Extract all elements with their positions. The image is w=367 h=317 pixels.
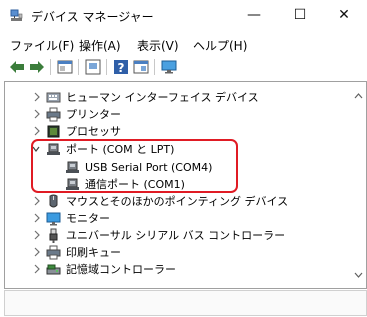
- back-arrow-icon[interactable]: [8, 58, 26, 76]
- device-manager-icon: [10, 9, 23, 21]
- vertical-scrollbar[interactable]: [352, 82, 365, 286]
- toolbar-separator: [78, 59, 79, 75]
- toolbar-separator: [50, 59, 51, 75]
- tree-item-label: ヒューマン インターフェイス デバイス: [66, 91, 259, 104]
- tree-item-label: ユニバーサル シリアル バス コントローラー: [66, 229, 286, 242]
- properties-icon[interactable]: [56, 58, 74, 76]
- toolbar-separator: [154, 59, 155, 75]
- chevron-right-icon[interactable]: [33, 92, 41, 102]
- storage-icon: [46, 264, 61, 275]
- status-bar: [4, 290, 367, 316]
- toolbar: ?: [0, 56, 367, 78]
- hid-icon: [46, 92, 61, 103]
- ports-highlight-frame: [31, 139, 238, 193]
- show-device-icon[interactable]: [132, 58, 150, 76]
- monitor-icon: [46, 212, 61, 226]
- toolbar-separator: [106, 59, 107, 75]
- menu-bar: ファイル(F) 操作(A) 表示(V) ヘルプ(H): [0, 34, 367, 54]
- usb-icon: [49, 228, 58, 243]
- forward-arrow-icon[interactable]: [28, 58, 46, 76]
- help-icon[interactable]: ?: [112, 58, 130, 76]
- scroll-down-icon[interactable]: [354, 272, 363, 279]
- chevron-right-icon[interactable]: [33, 213, 41, 223]
- device-icon[interactable]: [84, 58, 102, 76]
- menu-action[interactable]: 操作(A): [79, 37, 121, 54]
- tree-item-label: 印刷キュー: [66, 246, 121, 259]
- minimize-button[interactable]: —: [231, 0, 277, 30]
- mouse-icon: [49, 194, 58, 208]
- scroll-up-icon[interactable]: [354, 92, 363, 99]
- menu-view[interactable]: 表示(V): [137, 37, 179, 54]
- tree-item-label: 記憶域コントローラー: [66, 263, 176, 276]
- chevron-right-icon[interactable]: [33, 230, 41, 240]
- chevron-right-icon[interactable]: [33, 109, 41, 119]
- title-bar: デバイス マネージャー — ☐ ✕: [0, 0, 367, 30]
- close-button[interactable]: ✕: [321, 0, 367, 30]
- chevron-right-icon[interactable]: [33, 196, 41, 206]
- chevron-right-icon[interactable]: [33, 126, 41, 136]
- menu-help[interactable]: ヘルプ(H): [193, 37, 247, 54]
- chevron-right-icon[interactable]: [33, 264, 41, 274]
- print-queue-icon: [46, 245, 61, 260]
- svg-text:?: ?: [118, 61, 125, 75]
- tree-item-label: プロセッサ: [66, 125, 121, 138]
- printer-icon: [46, 107, 61, 122]
- tree-item-label: モニター: [66, 212, 110, 225]
- window-title: デバイス マネージャー: [31, 10, 154, 24]
- menu-file[interactable]: ファイル(F): [10, 37, 74, 54]
- chevron-right-icon[interactable]: [33, 247, 41, 257]
- maximize-button[interactable]: ☐: [277, 0, 323, 30]
- processor-icon: [47, 125, 60, 138]
- tree-item-label: マウスとそのほかのポインティング デバイス: [66, 195, 289, 208]
- monitor-icon[interactable]: [160, 58, 178, 76]
- tree-item-label: プリンター: [66, 108, 121, 121]
- device-manager-window: デバイス マネージャー — ☐ ✕ ファイル(F) 操作(A) 表示(V) ヘル…: [0, 0, 367, 317]
